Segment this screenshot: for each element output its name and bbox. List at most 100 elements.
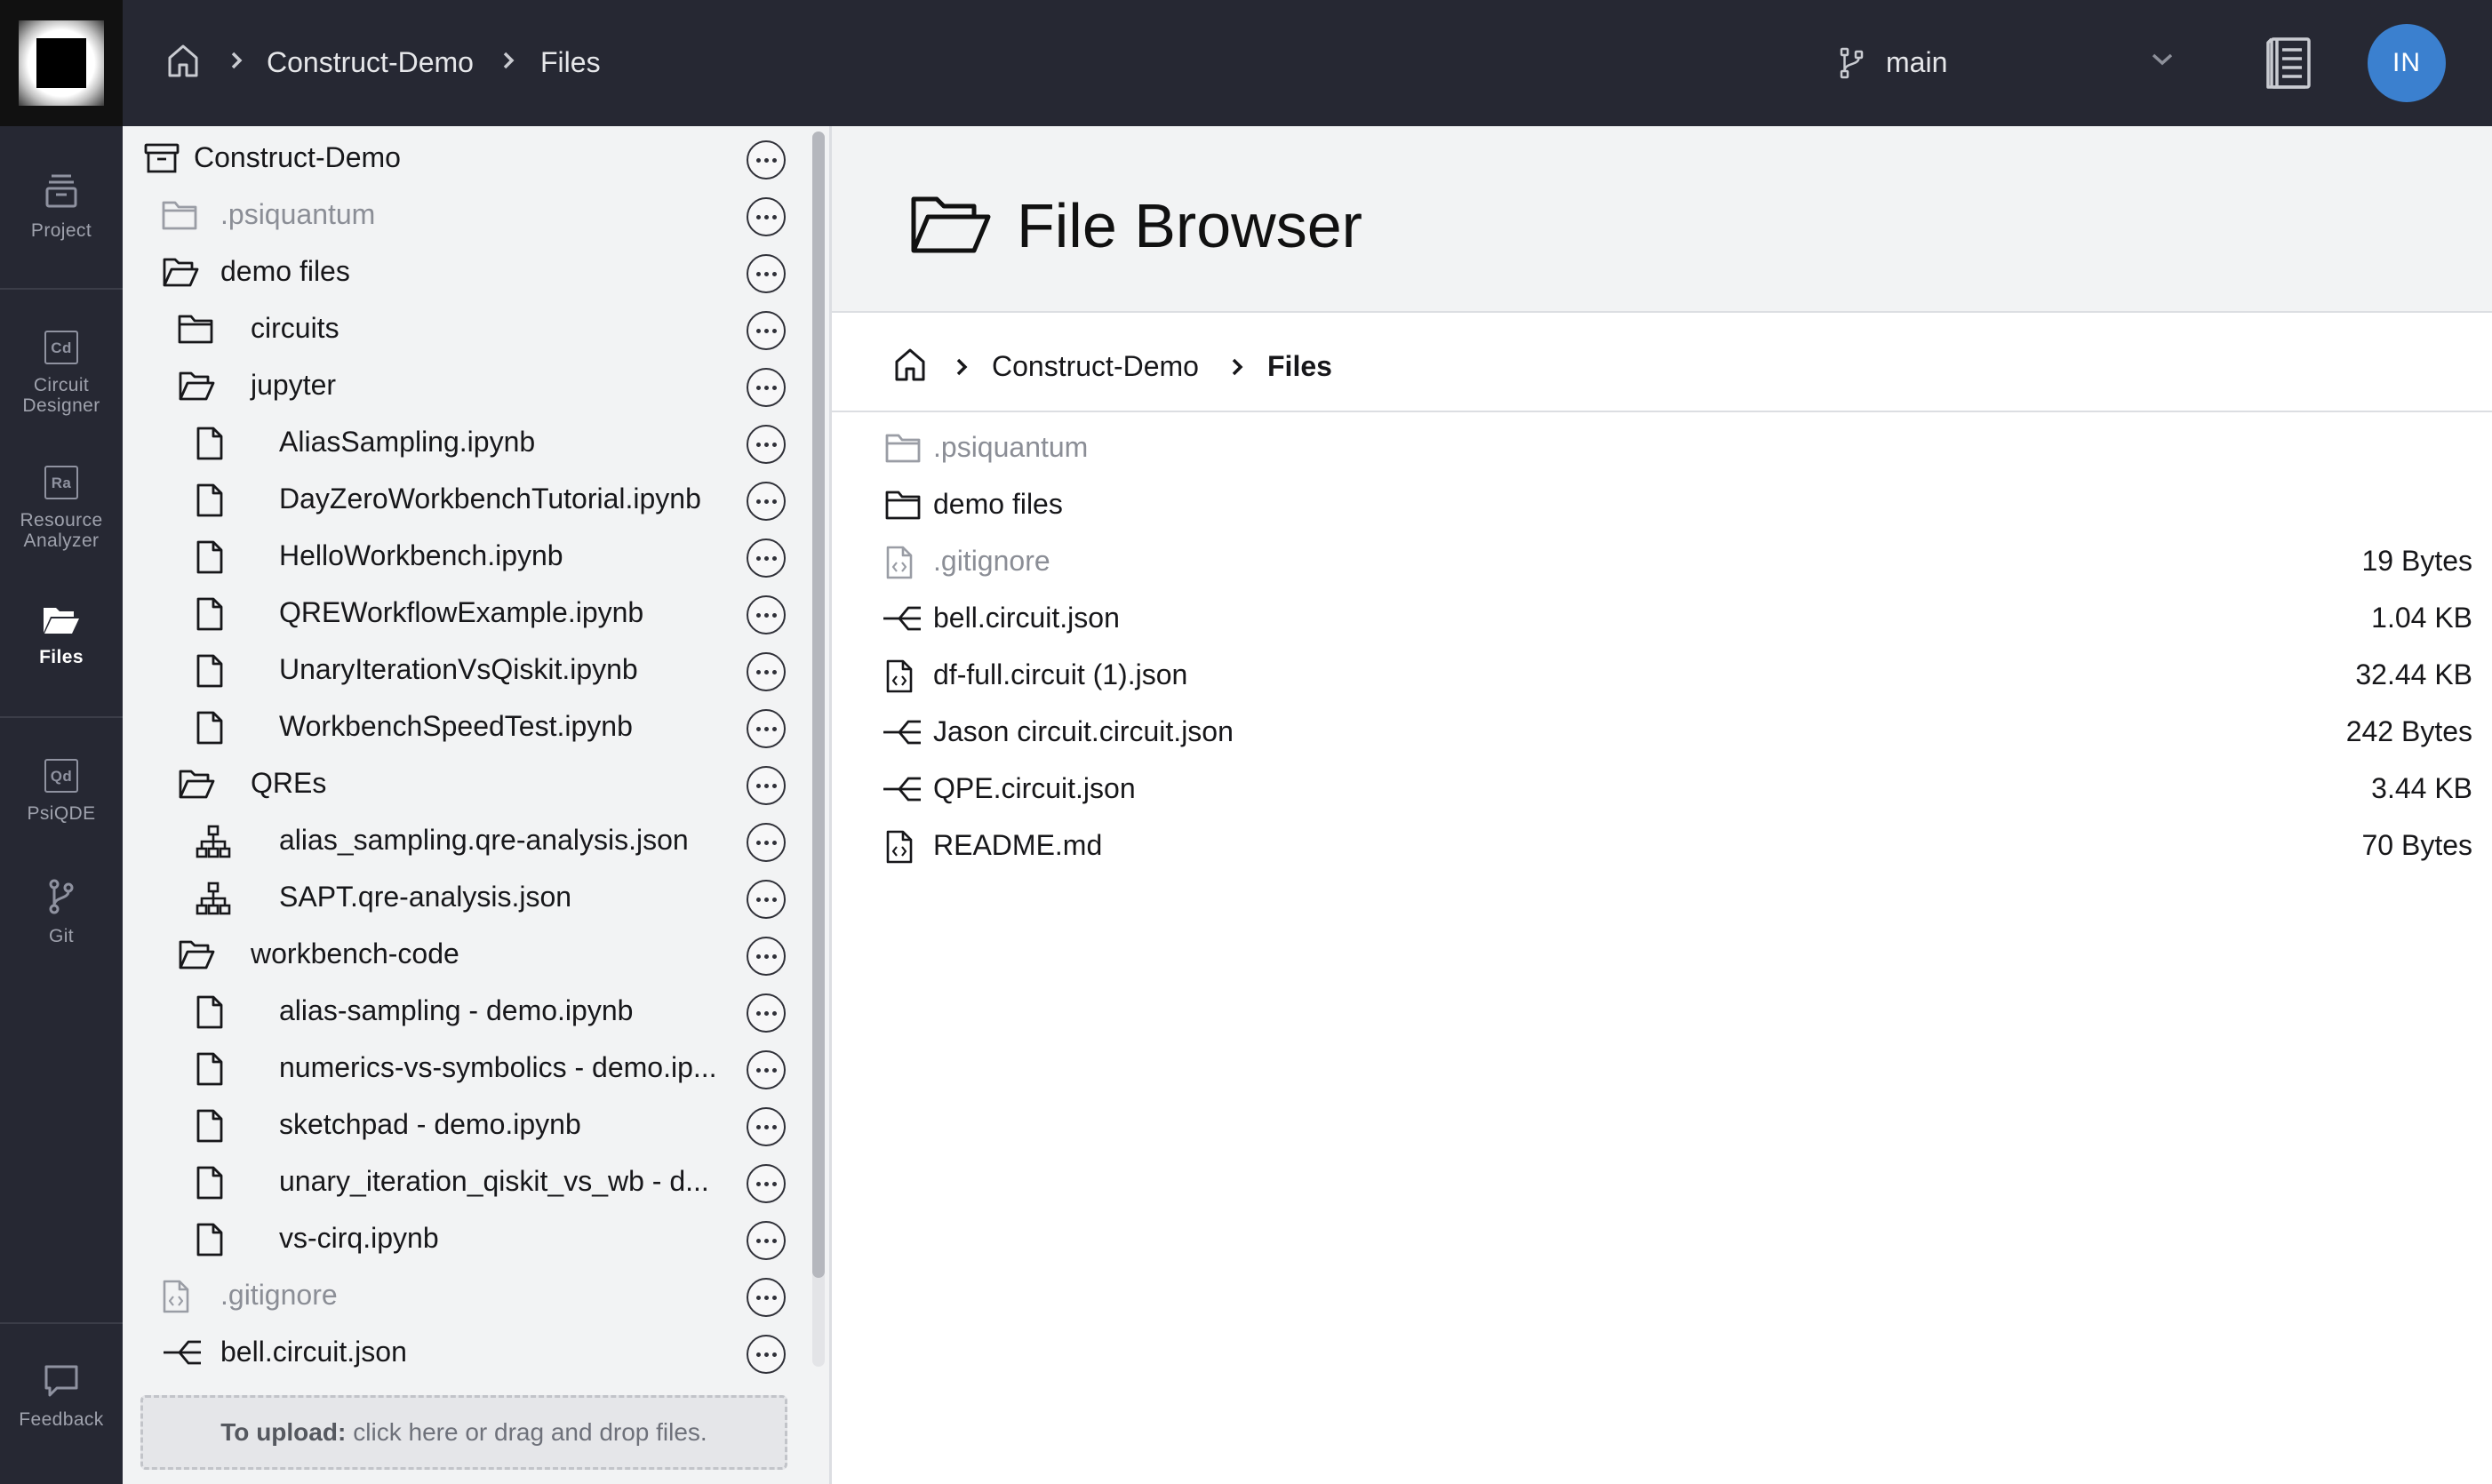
nav-circuit-designer[interactable]: Cd Circuit Designer [0,331,123,416]
more-options-button[interactable] [747,766,786,805]
tree-item-label: QREWorkflowExample.ipynb [279,596,644,628]
file-row[interactable]: QPE.circuit.json 3.44 KB [832,761,2492,818]
file-size: 1.04 KB [2371,602,2472,634]
more-options-button[interactable] [747,937,786,976]
file-icon [196,1166,224,1200]
more-options-button[interactable] [747,368,786,407]
more-options-button[interactable] [747,823,786,862]
nav-resource-analyzer[interactable]: Ra Resource Analyzer [0,466,123,551]
tree-item[interactable]: .gitignore [123,1267,807,1324]
file-icon [196,427,224,460]
more-options-button[interactable] [747,425,786,464]
folder-icon [885,489,921,521]
tree-item[interactable]: SAPT.qre-analysis.json [123,869,807,926]
more-options-button[interactable] [747,539,786,578]
file-row[interactable]: bell.circuit.json 1.04 KB [832,590,2492,647]
breadcrumb-project[interactable]: Construct-Demo [267,44,474,80]
nav-project[interactable]: Project [0,172,123,241]
more-options-button[interactable] [747,482,786,521]
folder-open-icon [178,938,215,970]
tree-item[interactable]: Construct-Demo [123,130,807,187]
more-options-button[interactable] [747,652,786,691]
nav-feedback-label: Feedback [19,1409,104,1430]
more-options-button[interactable] [747,993,786,1033]
tree-scrollbar-thumb[interactable] [812,132,825,1278]
file-name: .gitignore [933,545,1050,577]
file-row[interactable]: README.md 70 Bytes [832,818,2492,874]
tree-item[interactable]: demo files [123,243,807,300]
file-row[interactable]: .psiquantum [832,419,2492,476]
nav-feedback[interactable]: Feedback [0,1363,123,1430]
psiqde-icon: Qd [44,759,78,793]
tree-item[interactable]: sketchpad - demo.ipynb [123,1097,807,1153]
tree-item[interactable]: WorkbenchSpeedTest.ipynb [123,698,807,755]
more-options-button[interactable] [747,1164,786,1203]
tree-item-label: workbench-code [251,937,459,969]
file-tree[interactable]: Construct-Demo .psiquantum demo files circu… [123,126,807,1374]
nav-git[interactable]: Git [0,878,123,946]
file-size: 242 Bytes [2345,715,2472,747]
tree-item[interactable]: numerics-vs-symbolics - demo.ip... [123,1040,807,1097]
tree-item-label: .psiquantum [220,198,376,230]
file-row[interactable]: demo files [832,476,2492,533]
home-icon[interactable] [894,347,926,382]
more-options-button[interactable] [747,1278,786,1317]
more-options-button[interactable] [747,709,786,748]
more-options-button[interactable] [747,880,786,919]
more-options-button[interactable] [747,140,786,180]
chevron-right-icon [954,355,969,379]
upload-dropzone[interactable]: To upload: click here or drag and drop f… [140,1395,787,1470]
tree-item[interactable]: QREWorkflowExample.ipynb [123,585,807,642]
hierarchy-icon [196,825,231,858]
tree-item[interactable]: DayZeroWorkbenchTutorial.ipynb [123,471,807,528]
tree-item[interactable]: AliasSampling.ipynb [123,414,807,471]
upload-label: To upload: [220,1418,347,1446]
tree-item[interactable]: alias_sampling.qre-analysis.json [123,812,807,869]
tree-item[interactable]: QREs [123,755,807,812]
tree-item[interactable]: vs-cirq.ipynb [123,1210,807,1267]
nav-psiqde[interactable]: Qd PsiQDE [0,759,123,824]
tree-item[interactable]: unary_iteration_qiskit_vs_wb - d... [123,1153,807,1210]
tree-item[interactable]: workbench-code [123,926,807,983]
tree-item[interactable]: alias-sampling - demo.ipynb [123,983,807,1040]
file-row[interactable]: .gitignore 19 Bytes [832,533,2492,590]
tree-item[interactable]: bell.circuit.json [123,1324,807,1374]
tree-item[interactable]: circuits [123,300,807,357]
tree-item-label: sketchpad - demo.ipynb [279,1108,581,1140]
tree-item-label: UnaryIterationVsQiskit.ipynb [279,653,638,685]
user-avatar[interactable]: IN [2368,24,2446,102]
chevron-down-icon[interactable] [2149,52,2176,68]
more-options-button[interactable] [747,1107,786,1146]
more-options-button[interactable] [747,254,786,293]
branch-selector[interactable]: main [1886,44,1947,80]
app-logo[interactable] [0,0,123,126]
nav-files[interactable]: Files [0,604,123,667]
code-file-icon [885,546,914,579]
more-options-button[interactable] [747,1221,786,1260]
code-file-icon [162,1280,190,1313]
code-file-icon [885,659,914,693]
more-options-button[interactable] [747,595,786,634]
breadcrumb-current: Files [540,46,601,78]
file-name: Jason circuit.circuit.json [933,715,1234,747]
more-options-button[interactable] [747,1050,786,1089]
nav-circuit-designer-label: Circuit Designer [22,375,100,416]
folder-open-icon [178,370,215,402]
tree-item-label: WorkbenchSpeedTest.ipynb [279,710,633,742]
more-options-button[interactable] [747,311,786,350]
folder-open-icon [910,194,992,256]
tree-item-label: Construct-Demo [194,141,401,173]
breadcrumb-project[interactable]: Construct-Demo [992,348,1199,384]
more-options-button[interactable] [747,197,786,236]
tree-item[interactable]: .psiquantum [123,187,807,243]
file-row[interactable]: df-full.circuit (1).json 32.44 KB [832,647,2492,704]
file-row[interactable]: Jason circuit.circuit.json 242 Bytes [832,704,2492,761]
chevron-right-icon [229,48,244,73]
home-icon[interactable] [167,43,199,78]
more-options-button[interactable] [747,1335,786,1374]
tree-item[interactable]: HelloWorkbench.ipynb [123,528,807,585]
tree-item-label: .gitignore [220,1279,338,1311]
tree-item[interactable]: UnaryIterationVsQiskit.ipynb [123,642,807,698]
documentation-icon[interactable] [2264,36,2314,91]
tree-item[interactable]: jupyter [123,357,807,414]
